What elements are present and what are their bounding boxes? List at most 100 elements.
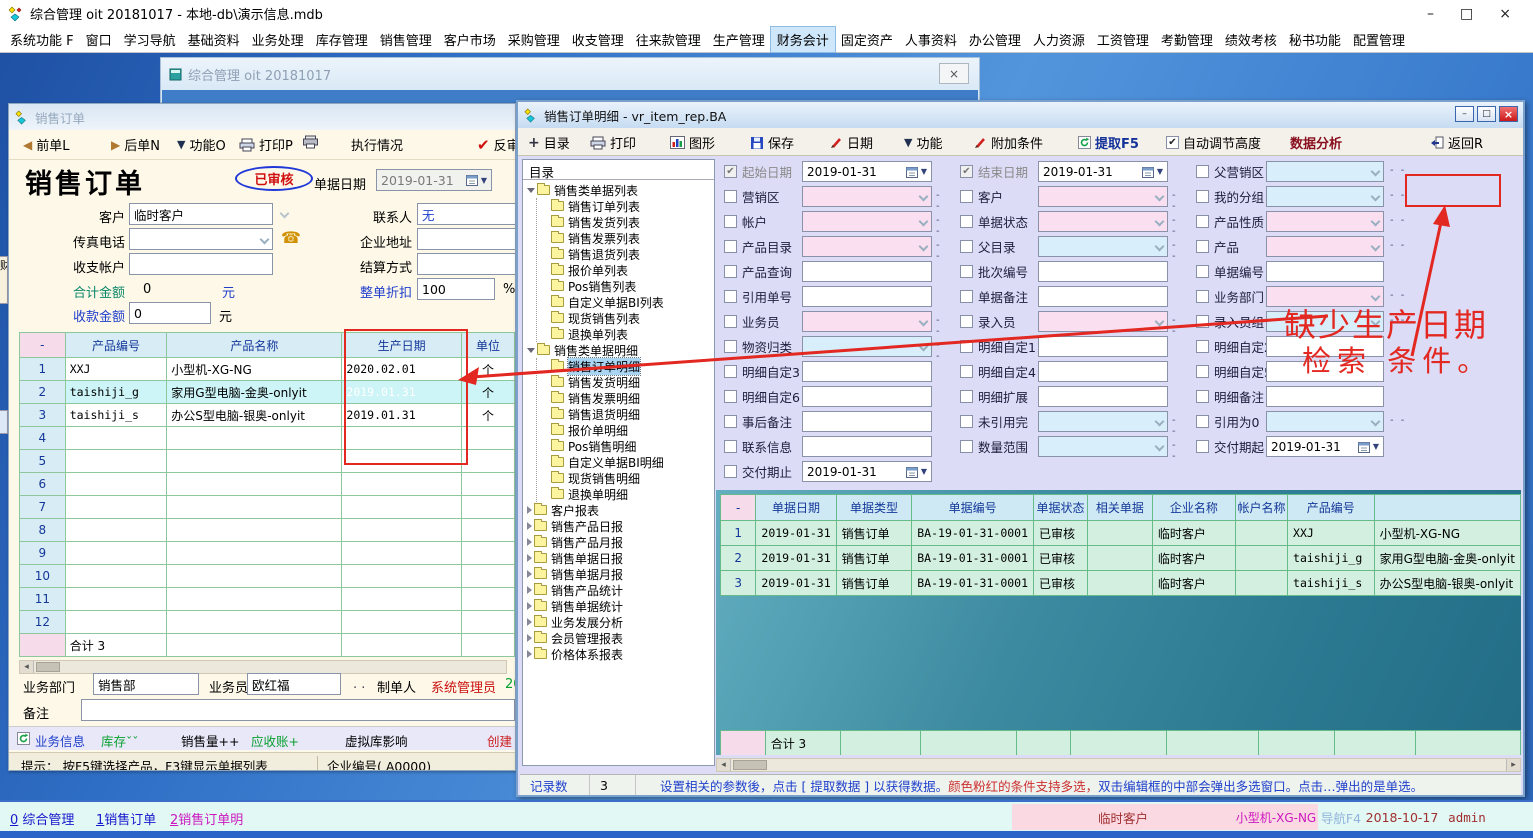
filter-field-产品查询[interactable] bbox=[802, 261, 932, 282]
menu-item-配置管理[interactable]: 配置管理 bbox=[1347, 27, 1411, 52]
empty-cell[interactable] bbox=[167, 427, 342, 450]
order-grid-empty-row[interactable]: 10 bbox=[20, 565, 515, 588]
filter-checkbox-明细自定4[interactable] bbox=[960, 365, 973, 378]
extra-condition-button[interactable]: 附加条件 bbox=[974, 133, 1043, 152]
address-field[interactable] bbox=[417, 228, 516, 250]
collapse-arrow-icon[interactable] bbox=[527, 188, 535, 193]
expand-arrow-icon[interactable] bbox=[527, 570, 532, 578]
filter-checkbox-交付期止[interactable] bbox=[724, 465, 737, 478]
background-close-button[interactable]: × bbox=[939, 63, 969, 84]
filter-checkbox-交付期起[interactable] bbox=[1196, 440, 1209, 453]
tree-item-销售发票明细[interactable]: 销售发票明细 bbox=[537, 390, 714, 406]
print-button[interactable]: 打印 bbox=[590, 133, 636, 152]
filter-checkbox-明细扩展[interactable] bbox=[960, 390, 973, 403]
tree-item-销售类单据明细[interactable]: 销售类单据明细 bbox=[523, 342, 714, 358]
filter-checkbox-单据编号[interactable] bbox=[1196, 265, 1209, 278]
row-number[interactable]: 2 bbox=[721, 546, 756, 571]
empty-cell[interactable] bbox=[461, 588, 514, 611]
tree-item-销售订单列表[interactable]: 销售订单列表 bbox=[537, 198, 714, 214]
filter-field-引用单号[interactable] bbox=[802, 286, 932, 307]
filter-field-联系信息[interactable] bbox=[802, 436, 932, 457]
menu-item-财务会计[interactable]: 财务会计 bbox=[771, 27, 835, 52]
tree-item-会员管理报表[interactable]: 会员管理报表 bbox=[523, 630, 714, 646]
empty-cell[interactable] bbox=[65, 473, 167, 496]
multi-select-dots[interactable]: - - bbox=[1390, 415, 1406, 426]
chevron-down-icon[interactable] bbox=[280, 209, 290, 219]
empty-cell[interactable] bbox=[65, 496, 167, 519]
tree-item-销售单据月报[interactable]: 销售单据月报 bbox=[523, 566, 714, 582]
filter-field-结束日期[interactable]: 2019-01-31▼ bbox=[1038, 161, 1168, 182]
salesman-field[interactable]: 欧红福 bbox=[247, 673, 341, 695]
detail-cell[interactable]: 2019-01-31 bbox=[756, 546, 836, 571]
tree-item-销售退货明细[interactable]: 销售退货明细 bbox=[537, 406, 714, 422]
detail-cell[interactable]: 已审核 bbox=[1034, 521, 1088, 546]
detail-cell[interactable]: 临时客户 bbox=[1152, 571, 1235, 596]
expand-arrow-icon[interactable] bbox=[527, 586, 532, 594]
tree-item-销售产品统计[interactable]: 销售产品统计 bbox=[523, 582, 714, 598]
filter-checkbox-联系信息[interactable] bbox=[724, 440, 737, 453]
filter-field-我的分组[interactable] bbox=[1266, 186, 1384, 207]
detail-cell[interactable]: 销售订单 bbox=[836, 546, 912, 571]
tree-item-报价单列表[interactable]: 报价单列表 bbox=[537, 262, 714, 278]
filter-field-明细扩展[interactable] bbox=[1038, 386, 1168, 407]
checkbox-checked-icon[interactable]: ✔ bbox=[1166, 136, 1179, 149]
filter-checkbox-明细自定6[interactable] bbox=[724, 390, 737, 403]
detail-cell[interactable]: 办公S型电脑-银奥-onlyit bbox=[1374, 571, 1520, 596]
print-button[interactable]: 打印P bbox=[239, 135, 293, 154]
menu-item-收支管理[interactable]: 收支管理 bbox=[566, 27, 630, 52]
detail-cell[interactable]: 销售订单 bbox=[836, 521, 912, 546]
filter-field-产品目录[interactable] bbox=[802, 236, 932, 257]
filter-checkbox-产品性质[interactable] bbox=[1196, 215, 1209, 228]
filter-field-数量范围[interactable] bbox=[1038, 436, 1168, 457]
tree-item-销售退货列表[interactable]: 销售退货列表 bbox=[537, 246, 714, 262]
tree-item-自定义单据BI明细[interactable]: 自定义单据BI明细 bbox=[537, 454, 714, 470]
filter-checkbox-录入员组[interactable] bbox=[1196, 315, 1209, 328]
scroll-thumb[interactable] bbox=[36, 662, 60, 672]
detail-grid-row[interactable]: 32019-01-31销售订单BA-19-01-31-0001已审核临时客户ta… bbox=[721, 571, 1521, 596]
filter-field-未引用完[interactable] bbox=[1038, 411, 1168, 432]
tree-item-退换单列表[interactable]: 退换单列表 bbox=[537, 326, 714, 342]
menu-item-人事资料[interactable]: 人事资料 bbox=[899, 27, 963, 52]
fetch-button[interactable]: 提取F5 bbox=[1078, 133, 1139, 152]
detail-cell[interactable]: 已审核 bbox=[1034, 546, 1088, 571]
order-grid-empty-row[interactable]: 4 bbox=[20, 427, 515, 450]
scroll-left-icon[interactable]: ◂ bbox=[20, 661, 34, 673]
filter-checkbox-产品查询[interactable] bbox=[724, 265, 737, 278]
filter-field-起始日期[interactable]: 2019-01-31▼ bbox=[802, 161, 932, 182]
more-dots[interactable]: . . bbox=[353, 677, 365, 692]
detail-hscrollbar[interactable]: ◂ ▸ bbox=[716, 758, 1521, 772]
empty-cell[interactable] bbox=[167, 519, 342, 542]
expand-arrow-icon[interactable] bbox=[527, 522, 532, 530]
menu-item-客户市场[interactable]: 客户市场 bbox=[438, 27, 502, 52]
filter-field-明细自定5[interactable] bbox=[1266, 361, 1384, 382]
chart-button[interactable]: 图形 bbox=[670, 133, 715, 152]
taskbar-window-0[interactable]: 0 综合管理 bbox=[10, 809, 74, 828]
detail-grid-row[interactable]: 22019-01-31销售订单BA-19-01-31-0001已审核临时客户ta… bbox=[721, 546, 1521, 571]
product-code-cell[interactable]: taishiji_s bbox=[65, 404, 167, 427]
multi-select-dots[interactable]: - - bbox=[1390, 315, 1406, 326]
filter-field-交付期起[interactable]: 2019-01-31▼ bbox=[1266, 436, 1384, 457]
filter-field-单据状态[interactable] bbox=[1038, 211, 1168, 232]
scroll-right-icon[interactable]: ▸ bbox=[1506, 759, 1520, 771]
filter-field-录入员[interactable] bbox=[1038, 311, 1168, 332]
multi-select-dots[interactable]: - - bbox=[1390, 190, 1406, 201]
filter-checkbox-数量范围[interactable] bbox=[960, 440, 973, 453]
production-date-cell[interactable]: 2020.02.01 bbox=[342, 358, 462, 381]
collapse-arrow-icon[interactable] bbox=[527, 348, 535, 353]
menu-item-库存管理[interactable]: 库存管理 bbox=[310, 27, 374, 52]
tree-item-客户报表[interactable]: 客户报表 bbox=[523, 502, 714, 518]
empty-cell[interactable] bbox=[342, 565, 462, 588]
menu-item-人力资源[interactable]: 人力资源 bbox=[1027, 27, 1091, 52]
menu-item-学习导航[interactable]: 学习导航 bbox=[118, 27, 182, 52]
order-grid-empty-row[interactable]: 9 bbox=[20, 542, 515, 565]
empty-cell[interactable] bbox=[342, 588, 462, 611]
order-grid-row[interactable]: 3taishiji_s办公S型电脑-银奥-onlyit2019.01.31个 bbox=[20, 404, 515, 427]
function-button[interactable]: ▼功能 bbox=[904, 133, 942, 152]
row-number[interactable]: 3 bbox=[721, 571, 756, 596]
detail-cell[interactable]: 已审核 bbox=[1034, 571, 1088, 596]
filter-checkbox-事后备注[interactable] bbox=[724, 415, 737, 428]
product-name-cell[interactable]: 办公S型电脑-银奥-onlyit bbox=[167, 404, 342, 427]
save-button[interactable]: 保存 bbox=[750, 133, 794, 152]
tree-item-销售订单明细[interactable]: 销售订单明细 bbox=[537, 358, 714, 374]
filter-field-引用为0[interactable] bbox=[1266, 411, 1384, 432]
